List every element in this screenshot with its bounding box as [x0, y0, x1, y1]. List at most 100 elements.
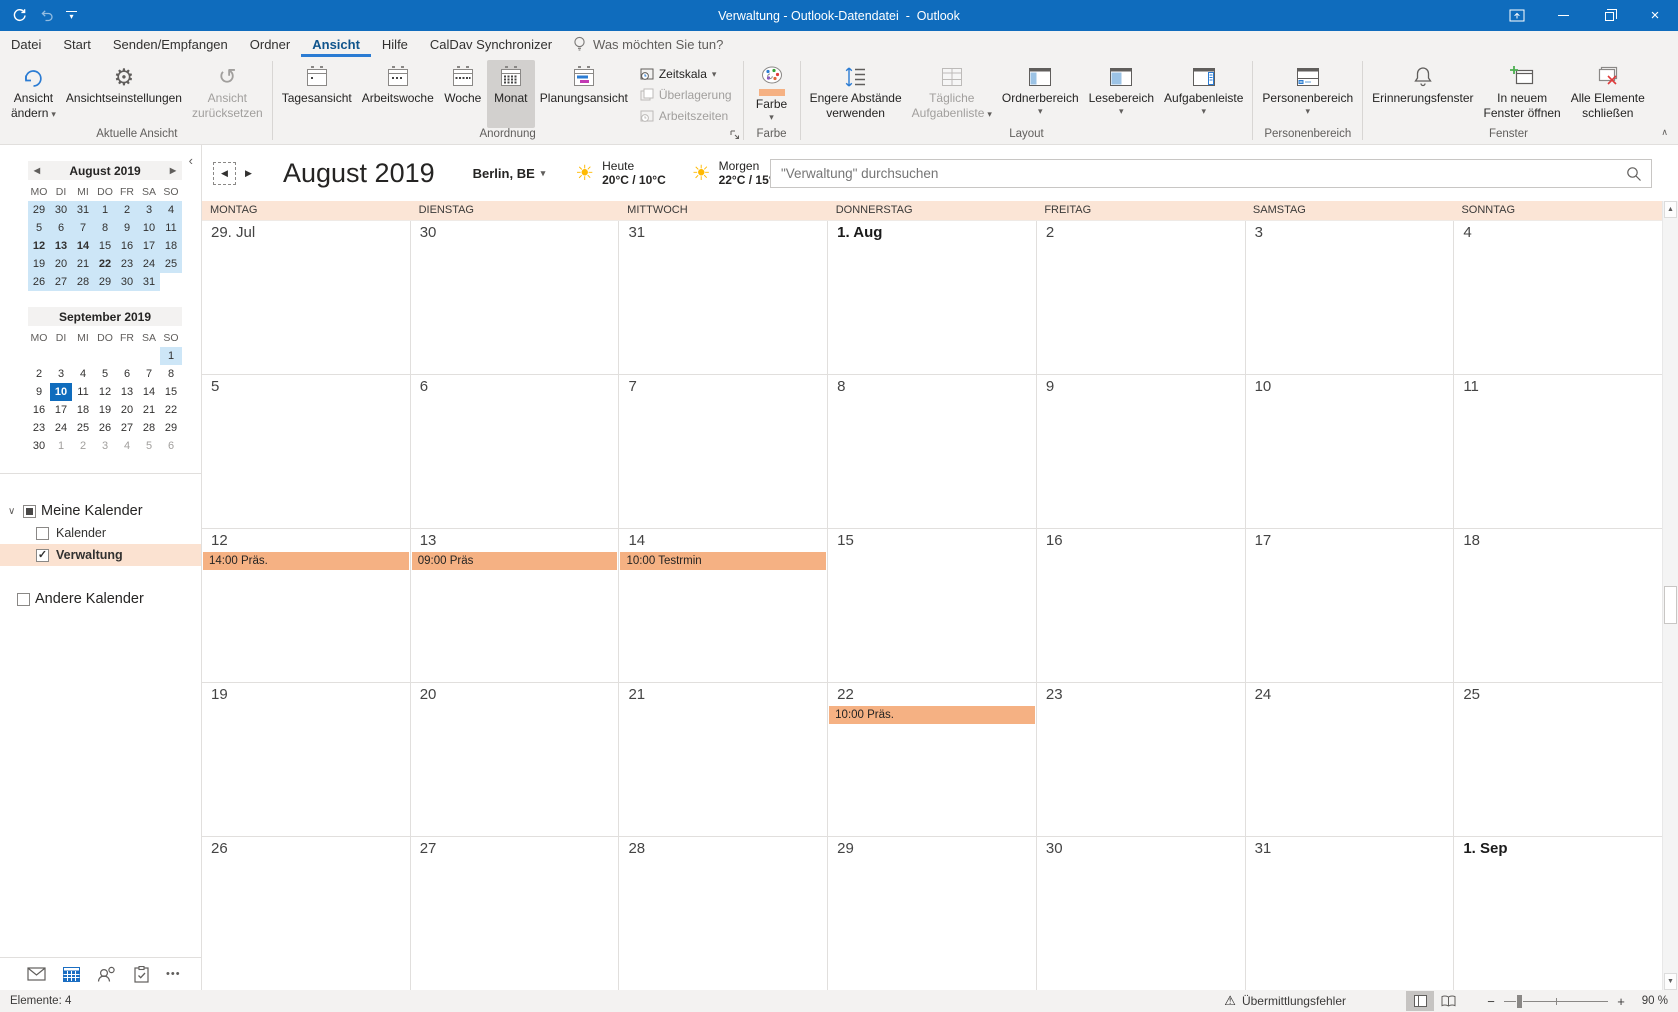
view-settings-button[interactable]: ⚙ Ansichtseinstellungen	[61, 60, 187, 128]
mini-day[interactable]: 6	[50, 219, 72, 237]
day-cell[interactable]: 17	[1246, 529, 1455, 682]
mini-day[interactable]: 24	[138, 255, 160, 273]
zoom-slider[interactable]	[1504, 1001, 1608, 1002]
mini-day[interactable]: 11	[72, 383, 94, 401]
mini-day[interactable]: 16	[116, 237, 138, 255]
mini-day[interactable]: 5	[94, 365, 116, 383]
mini-day[interactable]: 12	[28, 237, 50, 255]
zoom-in-icon[interactable]: +	[1616, 994, 1626, 1009]
mini-day[interactable]: 4	[72, 365, 94, 383]
day-cell[interactable]: 29	[828, 837, 1037, 990]
mini-day[interactable]: 26	[94, 419, 116, 437]
mini-day[interactable]: 22	[94, 255, 116, 273]
mini-day[interactable]: 19	[28, 255, 50, 273]
send-receive-icon[interactable]	[12, 8, 27, 23]
open-new-window-button[interactable]: In neuem Fenster öffnen	[1479, 60, 1566, 128]
ribbon-display-options-button[interactable]	[1494, 0, 1540, 31]
mini-day[interactable]: 25	[160, 255, 182, 273]
mini-day[interactable]: 25	[72, 419, 94, 437]
mini-day[interactable]: 2	[28, 365, 50, 383]
mini-day[interactable]: 7	[138, 365, 160, 383]
calendar-event[interactable]: 10:00 Präs.	[829, 706, 1035, 724]
calendar-checkbox-checked[interactable]: ✓	[36, 549, 49, 562]
calendar-group-header[interactable]: ∨ Meine Kalender	[0, 500, 201, 522]
weather-location[interactable]: Berlin, BE ▾	[473, 166, 546, 181]
day-cell[interactable]: 23	[1037, 683, 1246, 836]
scroll-up-icon[interactable]: ▲	[1664, 201, 1677, 218]
day-cell[interactable]: 10	[1246, 375, 1455, 528]
mini-day[interactable]: 23	[28, 419, 50, 437]
reminders-window-button[interactable]: Erinnerungsfenster	[1367, 60, 1478, 128]
calendar-group-label[interactable]: Andere Kalender	[35, 591, 144, 607]
mini-day[interactable]: 21	[138, 401, 160, 419]
mini-day[interactable]: 8	[94, 219, 116, 237]
mini-day[interactable]: 4	[116, 437, 138, 455]
calendar-event[interactable]: 09:00 Präs	[412, 552, 618, 570]
mini-day[interactable]: 22	[160, 401, 182, 419]
mini-day[interactable]: 9	[28, 383, 50, 401]
mini-day[interactable]: 3	[94, 437, 116, 455]
zoom-level[interactable]: 90 %	[1634, 995, 1668, 1007]
menu-tab-hilfe[interactable]: Hilfe	[371, 31, 419, 57]
undo-icon[interactable]	[39, 8, 54, 23]
minimize-button[interactable]	[1540, 0, 1586, 31]
day-cell[interactable]: 2210:00 Präs.	[828, 683, 1037, 836]
mini-day[interactable]: 30	[28, 437, 50, 455]
mini-day[interactable]: 28	[138, 419, 160, 437]
day-cell[interactable]: 1410:00 Testrmin	[619, 529, 828, 682]
mini-day[interactable]: 1	[160, 347, 182, 365]
day-cell[interactable]: 18	[1454, 529, 1662, 682]
calendar-item-verwaltung[interactable]: ✓ Verwaltung	[0, 544, 201, 566]
day-view-button[interactable]: Tagesansicht	[277, 60, 357, 128]
calendar-item-label[interactable]: Kalender	[56, 526, 106, 540]
day-cell[interactable]: 4	[1454, 221, 1662, 374]
calendar-event[interactable]: 14:00 Präs.	[203, 552, 409, 570]
color-button[interactable]: Farbe ▾	[748, 60, 796, 128]
day-cell[interactable]: 6	[411, 375, 620, 528]
day-cell[interactable]: 19	[202, 683, 411, 836]
mini-day[interactable]: 30	[50, 201, 72, 219]
mini-day[interactable]: 9	[116, 219, 138, 237]
people-pane-button[interactable]: Personenbereich ▾	[1257, 60, 1358, 128]
mini-day[interactable]: 31	[138, 273, 160, 291]
work-week-button[interactable]: Arbeitswoche	[357, 60, 439, 128]
day-cell[interactable]: 30	[1037, 837, 1246, 990]
folder-pane-button[interactable]: Ordnerbereich ▾	[997, 60, 1084, 128]
scrollbar-thumb[interactable]	[1664, 586, 1677, 624]
location-label[interactable]: Berlin, BE	[473, 166, 535, 181]
timescale-button[interactable]: Zeitskala ▾	[637, 65, 735, 82]
menu-tab-senden-empfangen[interactable]: Senden/Empfangen	[102, 31, 239, 57]
day-cell[interactable]: 21	[619, 683, 828, 836]
chevron-down-icon[interactable]: ∨	[8, 506, 18, 517]
day-cell[interactable]: 26	[202, 837, 411, 990]
search-icon[interactable]	[1617, 166, 1651, 182]
month-view-button[interactable]: Monat	[487, 60, 535, 128]
mini-day[interactable]: 29	[160, 419, 182, 437]
day-cell[interactable]: 11	[1454, 375, 1662, 528]
mini-day[interactable]: 6	[160, 437, 182, 455]
search-input[interactable]	[771, 166, 1617, 181]
mini-day[interactable]: 29	[94, 273, 116, 291]
day-cell[interactable]: 29. Jul	[202, 221, 411, 374]
zoom-slider-thumb[interactable]	[1516, 994, 1523, 1009]
day-cell[interactable]: 24	[1246, 683, 1455, 836]
mini-day[interactable]: 19	[94, 401, 116, 419]
mail-icon[interactable]	[27, 967, 46, 981]
next-month-icon[interactable]: ▶	[168, 166, 178, 175]
schedule-view-button[interactable]: Planungsansicht	[535, 60, 633, 128]
day-cell[interactable]: 1309:00 Präs	[411, 529, 620, 682]
mini-day[interactable]: 29	[28, 201, 50, 219]
mini-day[interactable]: 31	[72, 201, 94, 219]
mini-day[interactable]: 20	[116, 401, 138, 419]
mini-day[interactable]: 2	[72, 437, 94, 455]
mini-day[interactable]: 28	[72, 273, 94, 291]
mini-day[interactable]: 30	[116, 273, 138, 291]
day-cell[interactable]: 31	[1246, 837, 1455, 990]
day-cell[interactable]: 3	[1246, 221, 1455, 374]
calendar-item-kalender[interactable]: Kalender	[0, 522, 201, 544]
mini-day[interactable]: 12	[94, 383, 116, 401]
previous-month-button[interactable]: ◀	[214, 163, 235, 184]
dialog-launcher-icon[interactable]	[730, 130, 740, 140]
mini-day[interactable]: 17	[50, 401, 72, 419]
reading-view-button[interactable]	[1434, 991, 1462, 1011]
